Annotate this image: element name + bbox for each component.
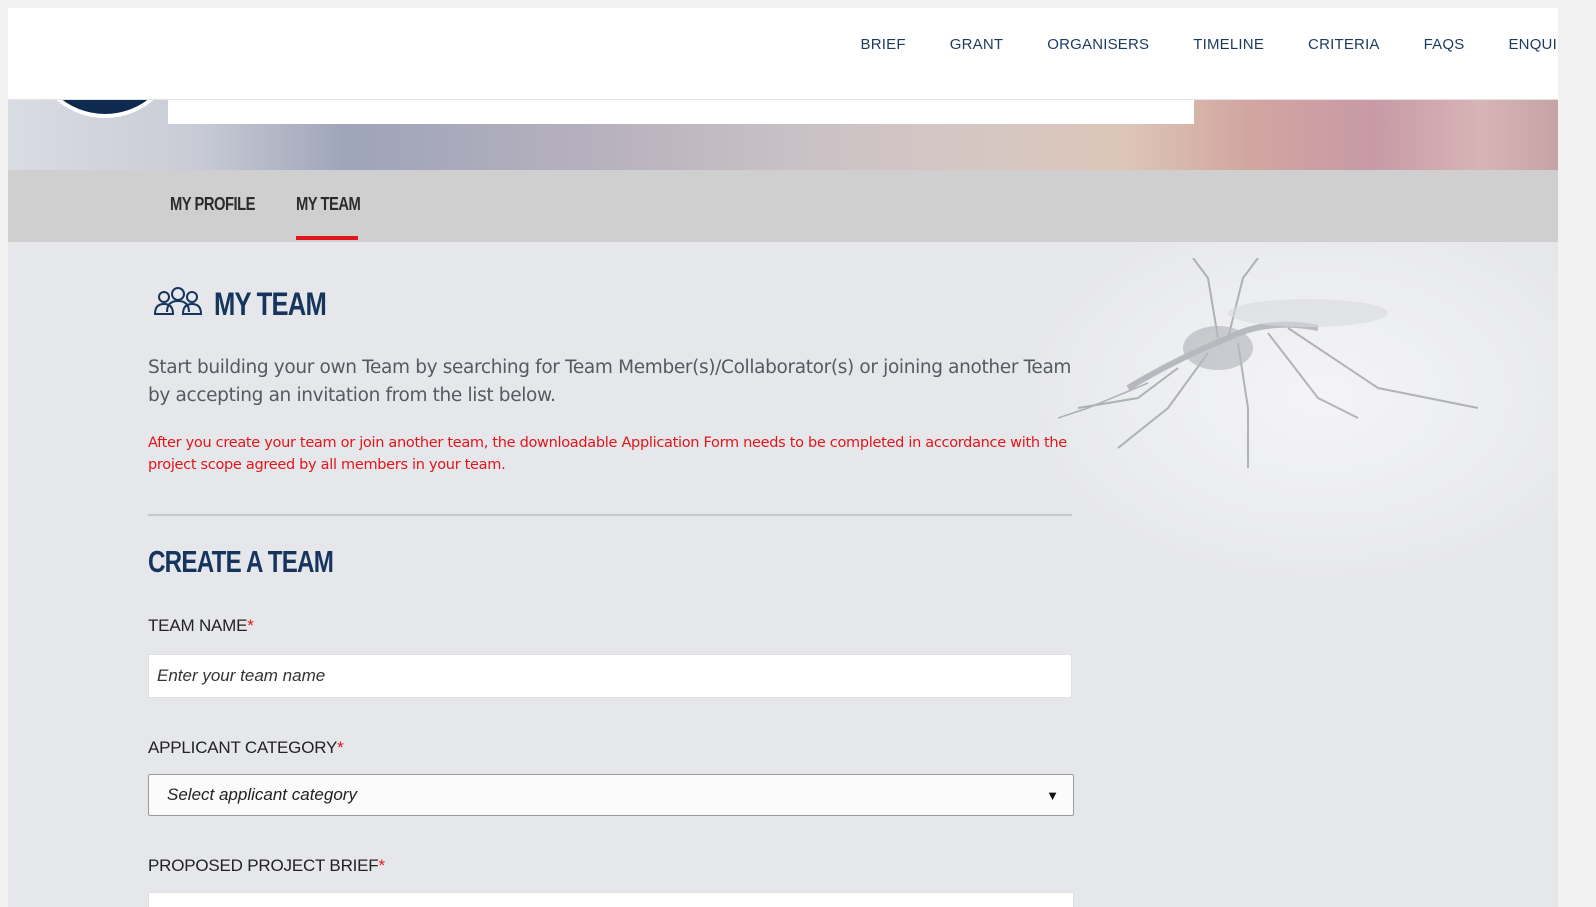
top-navbar: BRIEF GRANT ORGANISERS TIMELINE CRITERIA… xyxy=(8,8,1558,100)
intro-text: Start building your own Team by searchin… xyxy=(148,357,1072,406)
active-tab-indicator xyxy=(296,236,358,240)
nav-link-criteria[interactable]: CRITERIA xyxy=(1308,36,1380,53)
required-mark: * xyxy=(337,738,344,757)
team-name-label-text: TEAM NAME xyxy=(148,616,248,635)
required-mark: * xyxy=(247,616,254,635)
team-icon xyxy=(152,286,204,323)
nav-link-grant[interactable]: GRANT xyxy=(950,36,1004,53)
project-brief-textarea[interactable] xyxy=(148,892,1074,907)
applicant-category-label-text: APPLICANT CATEGORY xyxy=(148,738,338,757)
tab-my-team[interactable]: MY TEAM xyxy=(296,194,361,215)
application-note: After you create your team or join anoth… xyxy=(148,435,1067,473)
nav-link-enquiries[interactable]: ENQUIR xyxy=(1508,36,1558,53)
required-mark: * xyxy=(378,856,386,875)
page-heading: MY TEAM xyxy=(152,286,354,323)
project-brief-label-text: PROPOSED PROJECT BRIEF xyxy=(148,856,379,875)
tab-my-profile[interactable]: MY PROFILE xyxy=(170,194,256,215)
applicant-category-select[interactable]: Select applicant category ▼ xyxy=(148,774,1074,816)
applicant-category-value: Select applicant category xyxy=(167,785,357,804)
page-title: MY TEAM xyxy=(214,286,327,322)
page-frame: BRIEF GRANT ORGANISERS TIMELINE CRITERIA… xyxy=(8,8,1558,907)
section-divider xyxy=(148,514,1072,516)
project-brief-label: PROPOSED PROJECT BRIEF* xyxy=(148,856,385,876)
caret-down-icon: ▼ xyxy=(1046,787,1059,803)
create-team-title: CREATE A TEAM xyxy=(148,544,334,579)
hero-white-bar xyxy=(168,100,1194,124)
applicant-category-label: APPLICANT CATEGORY* xyxy=(148,738,344,758)
profile-subnav: MY PROFILE MY TEAM xyxy=(8,170,1558,242)
nav-link-faqs[interactable]: FAQS xyxy=(1424,36,1465,53)
top-nav-links: BRIEF GRANT ORGANISERS TIMELINE CRITERIA… xyxy=(817,36,1558,53)
nav-link-organisers[interactable]: ORGANISERS xyxy=(1047,36,1149,53)
nav-link-timeline[interactable]: TIMELINE xyxy=(1193,36,1264,53)
mosquito-illustration xyxy=(1058,258,1479,468)
team-name-label: TEAM NAME* xyxy=(148,616,254,636)
team-name-input[interactable] xyxy=(148,654,1072,698)
nav-link-brief[interactable]: BRIEF xyxy=(861,36,906,53)
